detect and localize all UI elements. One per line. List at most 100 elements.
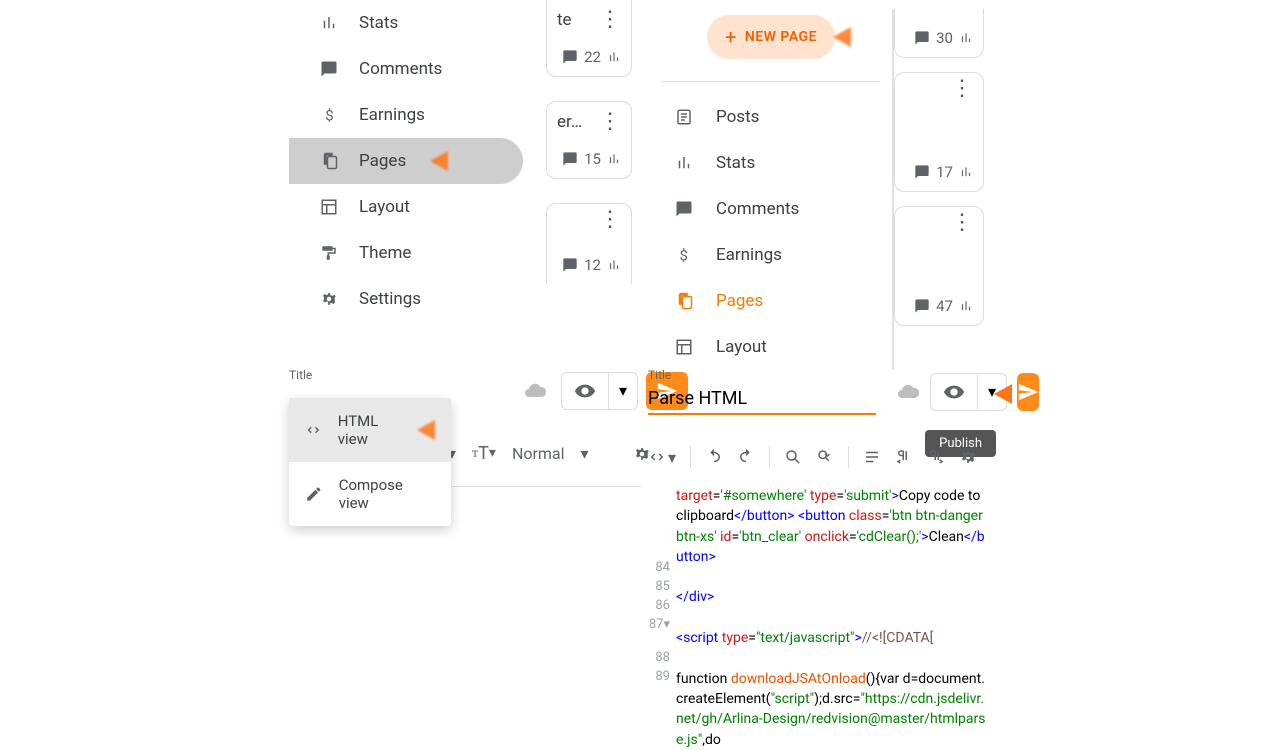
content-card: ⋮ 17 <box>894 72 984 192</box>
comment-icon <box>914 298 930 314</box>
format-icon[interactable] <box>863 448 881 466</box>
sidebar-label: Pages <box>716 291 763 311</box>
code-content[interactable]: target='#somewhere' type='submit'>Copy c… <box>676 486 990 750</box>
layout-icon <box>674 338 694 356</box>
undo-icon[interactable] <box>705 448 723 466</box>
comment-count: 15 <box>584 150 601 168</box>
bar-chart-icon <box>674 154 694 172</box>
sidebar-item-settings[interactable]: Settings <box>289 276 523 322</box>
sidebar-label: Earnings <box>359 105 425 125</box>
sidebar-label: Layout <box>716 337 767 357</box>
new-page-button[interactable]: + NEW PAGE <box>707 15 835 59</box>
eye-icon <box>931 381 977 403</box>
bar-chart-icon <box>959 165 973 179</box>
content-card: 30 <box>894 9 984 58</box>
ltr-icon[interactable] <box>927 448 945 466</box>
sidebar-item-earnings[interactable]: $ Earnings <box>289 92 523 138</box>
comment-icon <box>319 60 339 78</box>
svg-text:$: $ <box>325 106 333 124</box>
gear-icon <box>319 290 339 308</box>
sidebar-label: Posts <box>716 107 759 127</box>
pointer-arrow-icon <box>994 384 1012 404</box>
title-label: Title <box>648 368 876 382</box>
comment-count: 47 <box>936 297 953 315</box>
code-view-toggle[interactable]: ▾ <box>648 448 676 467</box>
editor-header-left: Title ▾ HTML view Compose view <box>289 368 641 413</box>
sidebar-item-theme[interactable]: Theme <box>289 230 523 276</box>
right-panel: + NEW PAGE Posts Stats Comments $ Earnin… <box>650 9 894 370</box>
sidebar-item-comments[interactable]: Comments <box>289 46 523 92</box>
more-icon[interactable]: ⋮ <box>599 14 621 26</box>
send-icon <box>1017 381 1039 403</box>
sidebar-label: Settings <box>359 289 421 309</box>
view-mode-dropdown: HTML view Compose view <box>289 398 451 526</box>
paragraph-style[interactable]: Normal <box>512 444 565 463</box>
compose-view-option[interactable]: Compose view <box>289 462 451 526</box>
chevron-down-icon[interactable]: ▾ <box>608 373 637 409</box>
roller-icon <box>319 244 339 262</box>
editor-header-right: Title ▾ Publish <box>648 368 992 415</box>
redo-icon[interactable] <box>737 448 755 466</box>
comment-count: 22 <box>584 48 601 66</box>
sidebar-item-stats[interactable]: Stats <box>289 0 523 46</box>
cloud-icon <box>896 374 920 410</box>
left-sidebar: Stats Comments $ Earnings Pages Layout T… <box>289 0 523 322</box>
find-replace-icon[interactable] <box>816 448 834 466</box>
comment-icon <box>562 257 578 273</box>
gear-icon[interactable] <box>959 448 977 466</box>
sidebar-item-earnings[interactable]: $ Earnings <box>650 232 892 278</box>
more-icon[interactable]: ⋮ <box>599 116 621 128</box>
comment-count: 12 <box>584 256 601 274</box>
pages-icon <box>319 152 339 170</box>
sidebar-item-comments[interactable]: Comments <box>650 186 892 232</box>
plus-icon: + <box>725 25 737 49</box>
comment-count: 30 <box>936 29 953 47</box>
sidebar-item-layout[interactable]: Layout <box>650 324 892 370</box>
cloud-icon <box>517 373 553 409</box>
dollar-icon: $ <box>319 106 339 124</box>
html-view-option[interactable]: HTML view <box>289 398 451 462</box>
svg-text:$: $ <box>680 246 688 264</box>
more-icon[interactable]: ⋮ <box>599 214 621 226</box>
code-icon <box>305 421 322 439</box>
sidebar-item-pages[interactable]: Pages <box>289 138 523 184</box>
bar-chart-icon <box>607 152 621 166</box>
document-icon <box>674 108 694 126</box>
sidebar-label: Comments <box>716 199 799 219</box>
publish-button[interactable] <box>1017 373 1039 411</box>
sidebar-item-stats[interactable]: Stats <box>650 140 892 186</box>
comment-icon <box>562 151 578 167</box>
content-card: ⋮ 12 <box>546 203 632 284</box>
code-editor[interactable]: 84 85 86 87▾ 88 89 target='#somewhere' t… <box>640 486 990 750</box>
bar-chart-icon <box>319 14 339 32</box>
comment-icon <box>914 164 930 180</box>
card-text-peek: te <box>557 10 572 30</box>
sidebar-item-layout[interactable]: Layout <box>289 184 523 230</box>
layout-icon <box>319 198 339 216</box>
pointer-arrow-icon <box>430 151 448 171</box>
chevron-down-icon[interactable]: ▾ <box>581 444 589 463</box>
search-icon[interactable] <box>784 448 802 466</box>
sidebar-label: Comments <box>359 59 442 79</box>
rtl-icon[interactable] <box>895 448 913 466</box>
title-input[interactable] <box>648 384 876 415</box>
sidebar-item-posts[interactable]: Posts <box>650 94 892 140</box>
bar-chart-icon <box>607 50 621 64</box>
preview-button[interactable]: ▾ <box>561 372 638 410</box>
content-card: er… ⋮ 15 <box>546 101 632 179</box>
sidebar-label: Layout <box>359 197 410 217</box>
more-icon[interactable]: ⋮ <box>951 217 973 229</box>
pointer-arrow-icon <box>833 27 851 47</box>
more-icon[interactable]: ⋮ <box>951 83 973 95</box>
text-size-icon[interactable]: тT▾ <box>472 443 496 464</box>
bar-chart-icon <box>959 31 973 45</box>
sidebar-label: Earnings <box>716 245 782 265</box>
peek-cards-right: 30 ⋮ 17 ⋮ 47 <box>894 9 984 326</box>
dollar-icon: $ <box>674 246 694 264</box>
title-label: Title <box>289 368 517 382</box>
sidebar-item-pages[interactable]: Pages <box>650 278 892 324</box>
bar-chart-icon <box>959 299 973 313</box>
comment-count: 17 <box>936 163 953 181</box>
content-card: ⋮ 47 <box>894 206 984 326</box>
peek-cards-left: te ⋮ 22 er… ⋮ 15 ⋮ 12 <box>546 0 632 284</box>
